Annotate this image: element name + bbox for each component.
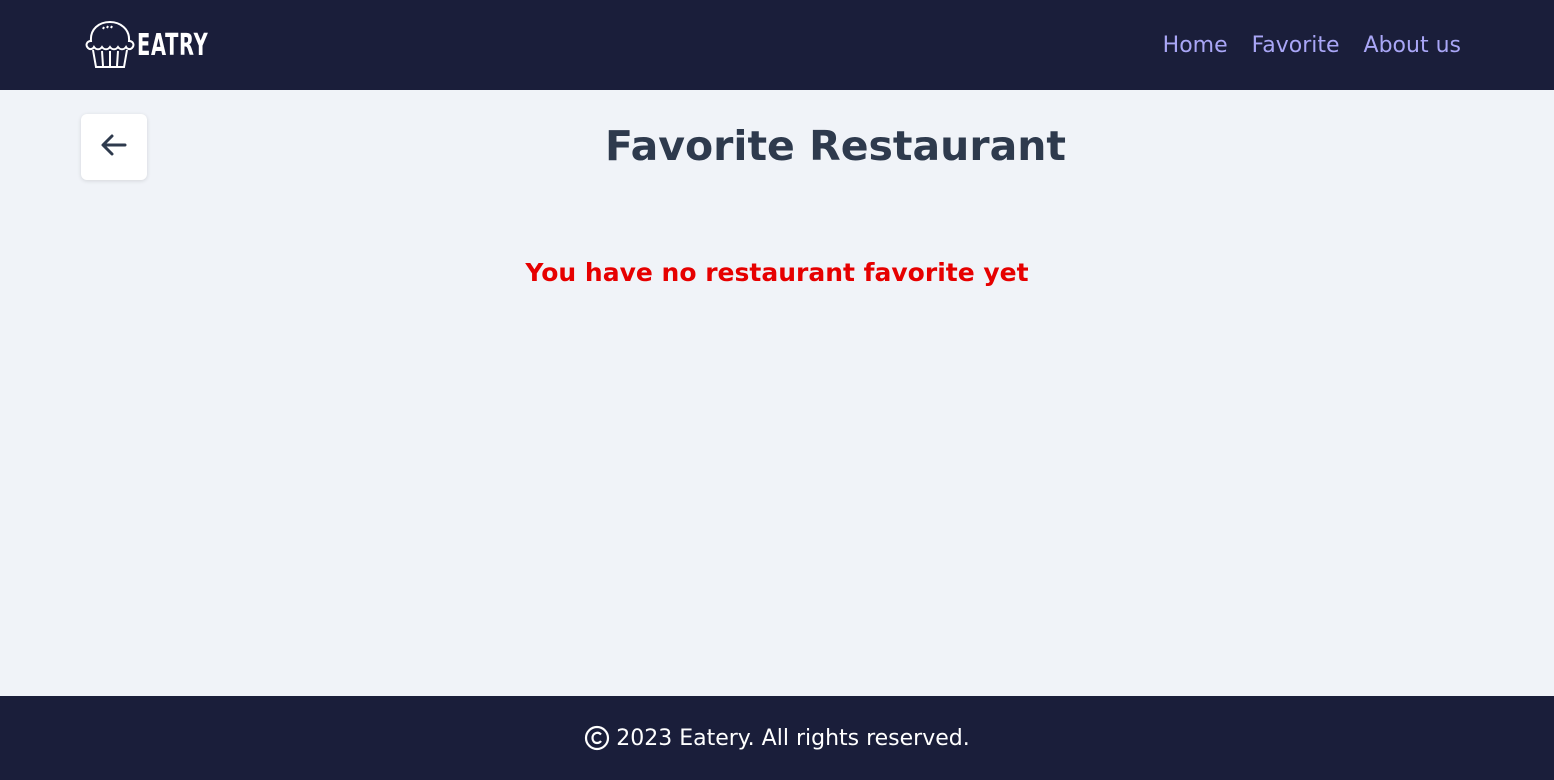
- nav-link-home[interactable]: Home: [1163, 33, 1228, 58]
- site-header: EATRY Home Favorite About us: [0, 0, 1554, 90]
- arrow-left-icon: [99, 130, 129, 164]
- site-logo[interactable]: EATRY: [83, 18, 236, 72]
- page-title: Favorite Restaurant: [605, 122, 1067, 170]
- back-button[interactable]: [81, 114, 147, 180]
- main-content: Favorite Restaurant You have no restaura…: [0, 90, 1554, 696]
- site-footer: 2023 Eatery. All rights reserved.: [0, 696, 1554, 780]
- muffin-icon: [83, 17, 135, 73]
- copyright-text: 2023 Eatery. All rights reserved.: [616, 725, 970, 751]
- copyright-icon: [584, 725, 610, 751]
- nav-link-about[interactable]: About us: [1364, 33, 1461, 58]
- nav-link-favorite[interactable]: Favorite: [1252, 33, 1340, 58]
- empty-favorites-message: You have no restaurant favorite yet: [525, 258, 1029, 287]
- logo-text: EATRY: [137, 27, 209, 63]
- main-nav: Home Favorite About us: [1163, 0, 1461, 90]
